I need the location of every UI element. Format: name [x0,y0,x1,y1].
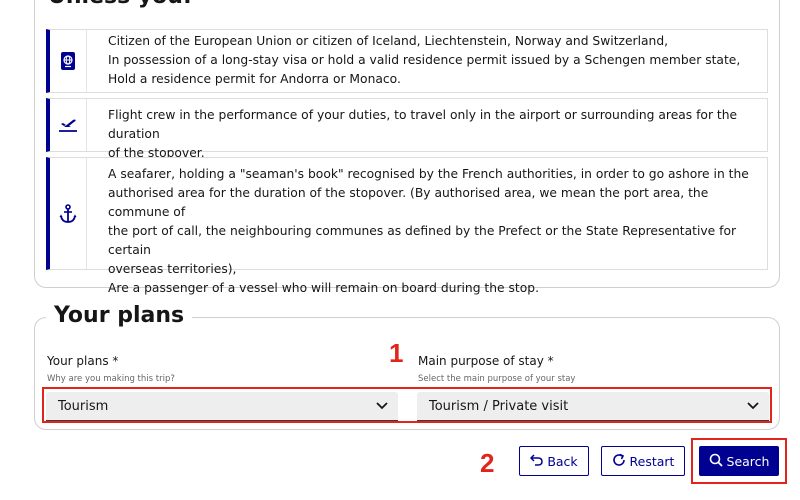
back-button[interactable]: Back [519,446,589,476]
exemption-line: In possession of a long-stay visa or hol… [108,53,741,67]
exemption-item-seafarer: A seafarer, holding a "seaman's book" re… [46,157,768,295]
step-2-marker: 2 [480,448,495,478]
exemption-line: Citizen of the European Union or citizen… [108,34,669,48]
exemption-line: the port of call, the neighbouring commu… [108,224,737,257]
exemption-line: Are a passenger of a vessel who will rem… [108,281,539,295]
plans-heading: Your plans [46,303,193,328]
step-2-highlight [691,438,787,484]
exemption-text: Flight crew in the performance of your d… [108,106,755,163]
plans-field-label: Your plans * [47,354,119,368]
purpose-field-hint: Select the main purpose of your stay [418,374,576,384]
exemption-line: Flight crew in the performance of your d… [108,108,738,141]
passport-icon [50,30,87,92]
restart-label: Restart [629,453,675,469]
plans-field-hint: Why are you making this trip? [47,374,175,384]
back-label: Back [547,453,578,469]
refresh-icon [612,453,626,470]
plane-icon [50,99,87,151]
exemption-line: overseas territories), [108,262,237,276]
anchor-icon [50,158,87,269]
step-1-highlight [42,387,772,423]
exemption-item-flight-crew: Flight crew in the performance of your d… [46,98,768,160]
back-arrow-icon [530,453,544,469]
purpose-field-label: Main purpose of stay * [418,354,554,368]
exemption-text: Citizen of the European Union or citizen… [108,32,755,89]
exemption-line: authorised area for the duration of the … [108,186,709,219]
exemption-text: A seafarer, holding a "seaman's book" re… [108,165,755,298]
restart-button[interactable]: Restart [601,446,685,476]
exemption-line: A seafarer, holding a "seaman's book" re… [108,167,749,181]
exemption-item-eu-citizen: Citizen of the European Union or citizen… [46,29,768,93]
exemption-line: Hold a residence permit for Andorra or M… [108,72,401,86]
step-1-marker: 1 [389,338,404,368]
eligibility-heading: Unless you: [48,0,192,9]
